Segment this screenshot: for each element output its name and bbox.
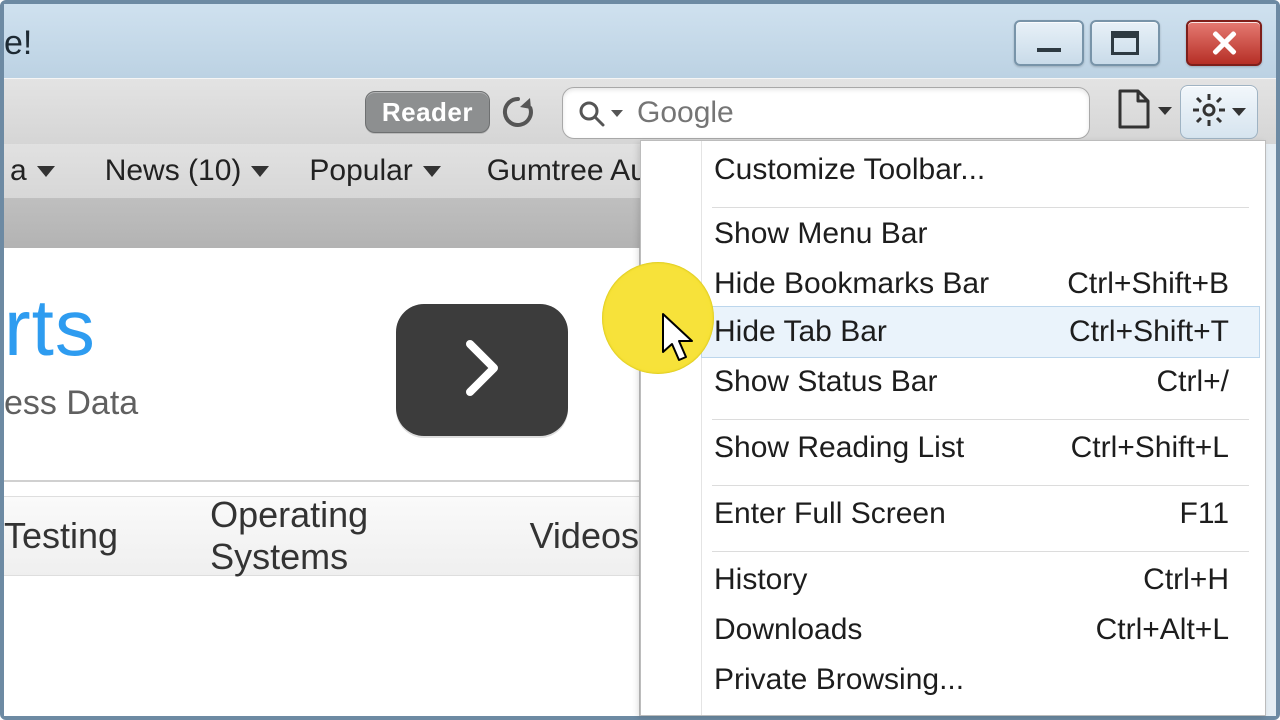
window-title: e!: [4, 24, 32, 63]
search-icon: [577, 99, 605, 127]
tagline: ess Data: [4, 384, 138, 423]
bookmark-item-popular[interactable]: Popular: [293, 154, 456, 188]
menu-item-history[interactable]: HistoryCtrl+H: [702, 555, 1259, 605]
menu-label: History: [714, 563, 1143, 597]
chevron-down-icon: [1232, 108, 1246, 116]
titlebar: e!: [4, 4, 1276, 79]
page-subnav: Testing Operating Systems Videos: [4, 496, 639, 576]
bookmark-label: a: [10, 154, 27, 188]
page-content: rts ess Data Testing Operating Systems V…: [4, 248, 640, 716]
menu-item-show-menu-bar[interactable]: Show Menu Bar: [702, 209, 1259, 259]
menu-label: Hide Bookmarks Bar: [714, 267, 1067, 301]
menu-label: Enter Full Screen: [714, 497, 1180, 531]
bookmark-label: Popular: [309, 154, 412, 188]
reload-icon: [500, 117, 536, 134]
menu-item-downloads[interactable]: DownloadsCtrl+Alt+L: [702, 605, 1259, 655]
close-button[interactable]: [1186, 20, 1262, 66]
chevron-down-icon: [1158, 107, 1172, 115]
menu-separator: [712, 485, 1249, 486]
gear-icon: [1192, 93, 1226, 132]
menu-shortcut: Ctrl+Shift+B: [1067, 267, 1229, 301]
menu-shortcut: Ctrl+/: [1156, 365, 1229, 399]
reader-button[interactable]: Reader: [365, 91, 490, 133]
menu-label: Downloads: [714, 613, 1096, 647]
chevron-down-icon: [251, 166, 269, 177]
maximize-button[interactable]: [1090, 20, 1160, 66]
bookmark-item[interactable]: a: [0, 154, 71, 188]
settings-gear-button[interactable]: [1180, 85, 1258, 139]
menu-item-private-browsing[interactable]: Private Browsing...: [702, 655, 1259, 705]
divider: [4, 480, 639, 482]
menu-shortcut: Ctrl+H: [1143, 563, 1229, 597]
menu-label: Hide Tab Bar: [714, 315, 1069, 349]
chevron-down-icon: [37, 166, 55, 177]
menu-item-show-status-bar[interactable]: Show Status BarCtrl+/: [702, 357, 1259, 407]
brand-heading: rts: [4, 282, 96, 374]
search-input[interactable]: [635, 87, 1075, 139]
menu-item-enter-full-screen[interactable]: Enter Full ScreenF11: [702, 489, 1259, 539]
menu-item-customize-toolbar[interactable]: Customize Toolbar...: [702, 143, 1259, 197]
bookmark-label: News (10): [105, 154, 242, 188]
subnav-os[interactable]: Operating Systems: [210, 494, 441, 578]
menu-item-hide-bookmarks-bar[interactable]: Hide Bookmarks BarCtrl+Shift+B: [702, 259, 1259, 309]
menu-label: Show Menu Bar: [714, 217, 1259, 251]
menu-separator: [712, 551, 1249, 552]
menu-scrollbar[interactable]: [1266, 144, 1276, 716]
menu-separator: [712, 207, 1249, 208]
chevron-right-icon: [458, 338, 506, 403]
page-menu-button[interactable]: [1116, 89, 1172, 133]
menu-shortcut: Ctrl+Shift+T: [1069, 315, 1229, 349]
menu-label: Show Status Bar: [714, 365, 1156, 399]
bookmark-item-news[interactable]: News (10): [89, 154, 286, 188]
search-box[interactable]: [562, 87, 1090, 139]
menu-item-show-reading-list[interactable]: Show Reading ListCtrl+Shift+L: [702, 423, 1259, 473]
menu-shortcut: Ctrl+Shift+L: [1071, 431, 1229, 465]
chevron-down-icon: [611, 110, 623, 117]
menu-item-hide-tab-bar[interactable]: Hide Tab BarCtrl+Shift+T: [702, 307, 1259, 357]
menu-label: Private Browsing...: [714, 663, 1259, 697]
cursor-icon: [660, 312, 700, 369]
menu-separator: [712, 419, 1249, 420]
play-button[interactable]: [396, 304, 568, 436]
tab-strip: [4, 198, 640, 249]
page-icon: [1116, 89, 1152, 134]
menu-label: Show Reading List: [714, 431, 1071, 465]
menu-shortcut: F11: [1180, 497, 1229, 531]
minimize-button[interactable]: [1014, 20, 1084, 66]
reload-button[interactable]: [500, 94, 536, 130]
subnav-videos[interactable]: Videos: [530, 515, 639, 557]
toolbar: Reader: [4, 78, 1276, 146]
settings-dropdown-menu: Customize Toolbar... Show Menu Bar Hide …: [640, 140, 1266, 716]
menu-shortcut: Ctrl+Alt+L: [1096, 613, 1229, 647]
chevron-down-icon: [423, 166, 441, 177]
subnav-testing[interactable]: Testing: [4, 515, 118, 557]
menu-label: Customize Toolbar...: [714, 153, 1259, 187]
